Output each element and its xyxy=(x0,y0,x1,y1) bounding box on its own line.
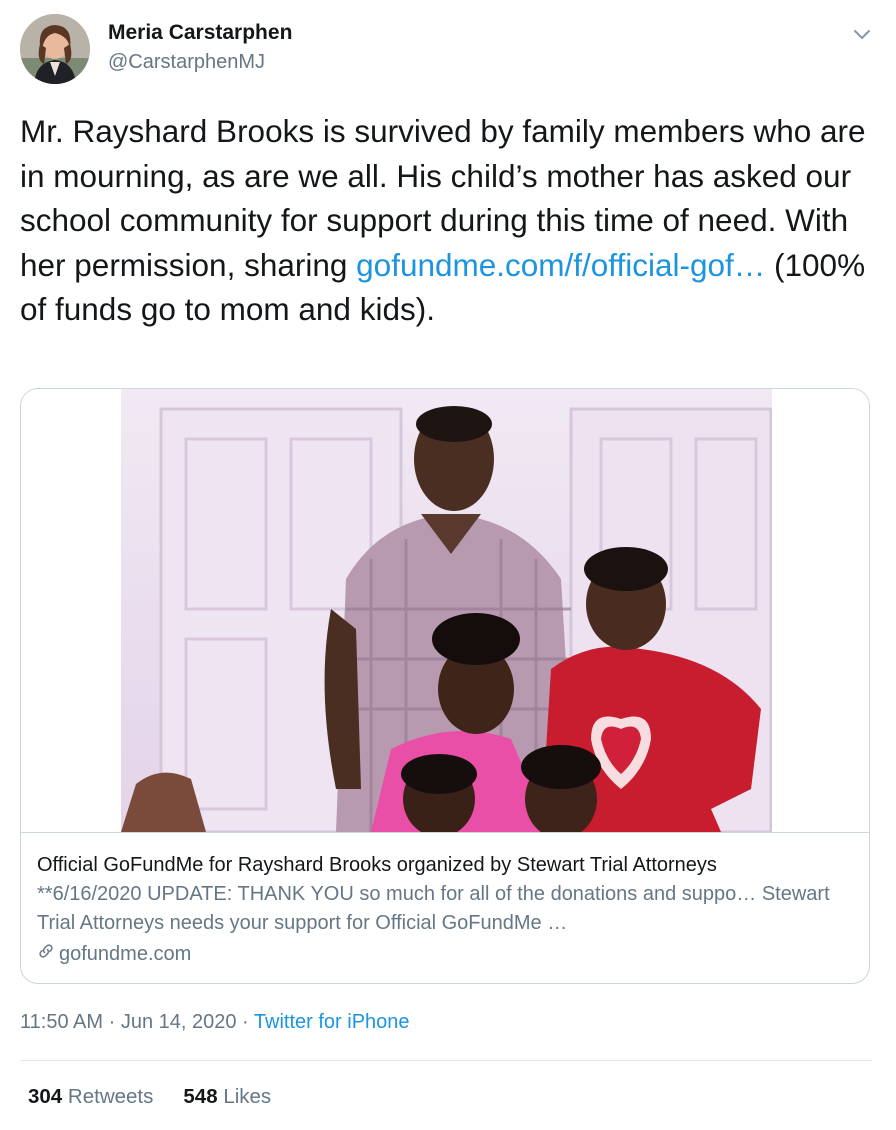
tweet-date[interactable]: Jun 14, 2020 xyxy=(121,1011,237,1033)
author-handle[interactable]: @CarstarphenMJ xyxy=(108,51,265,74)
chevron-down-icon[interactable] xyxy=(850,22,874,46)
card-description: **6/16/2020 UPDATE: THANK YOU so much fo… xyxy=(37,883,830,934)
card-title: Official GoFundMe for Rayshard Brooks or… xyxy=(37,854,717,876)
tweet-time[interactable]: 11:50 AM xyxy=(20,1011,103,1033)
card-image[interactable] xyxy=(21,389,869,832)
likes-label: Likes xyxy=(223,1085,272,1108)
author-name[interactable]: Meria Carstarphen xyxy=(108,21,292,45)
link-preview-card[interactable]: Official GoFundMe for Rayshard Brooks or… xyxy=(20,388,870,984)
retweets-stat[interactable]: 304 Retweets xyxy=(28,1085,153,1109)
tweet-source-link[interactable]: Twitter for iPhone xyxy=(254,1011,410,1033)
retweets-label: Retweets xyxy=(67,1085,154,1108)
tweet-stats: 304 Retweets 548 Likes xyxy=(28,1085,271,1109)
tweet-meta: 11:50 AM · Jun 14, 2020 · Twitter for iP… xyxy=(20,1011,410,1034)
link-icon xyxy=(37,940,55,968)
divider xyxy=(20,1060,872,1061)
meta-separator: · xyxy=(108,1011,116,1033)
avatar-photo xyxy=(20,14,90,84)
avatar[interactable] xyxy=(20,14,90,84)
meta-separator: · xyxy=(242,1011,249,1033)
family-photo xyxy=(121,389,772,832)
tweet-text: Mr. Rayshard Brooks is survived by famil… xyxy=(20,109,880,332)
retweets-count: 304 xyxy=(28,1085,63,1108)
card-domain-row: gofundme.com xyxy=(37,940,853,968)
card-body[interactable]: Official GoFundMe for Rayshard Brooks or… xyxy=(21,832,869,983)
likes-stat[interactable]: 548 Likes xyxy=(183,1085,271,1109)
tweet-link[interactable]: gofundme.com/f/official-gof… xyxy=(356,247,765,283)
card-domain: gofundme.com xyxy=(59,943,192,965)
likes-count: 548 xyxy=(183,1085,218,1108)
